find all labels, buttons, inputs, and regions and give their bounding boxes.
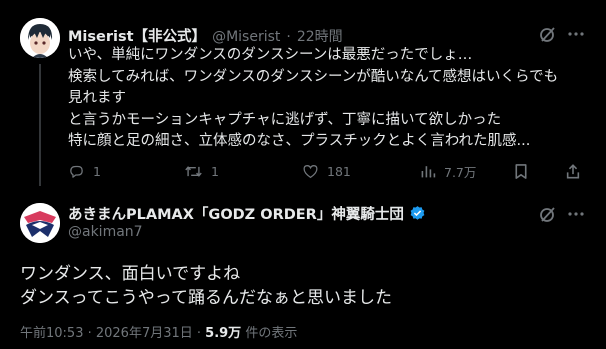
- grok-button[interactable]: [537, 23, 559, 45]
- share-button[interactable]: [562, 160, 584, 182]
- grok-icon: [540, 27, 555, 42]
- tweet-meta: 午前10:53 · 2026年7月31日 · 5.9万 件の表示: [20, 322, 297, 341]
- grok-button[interactable]: [537, 203, 559, 225]
- analytics-icon: [421, 166, 436, 178]
- tweet-time[interactable]: 22時間: [297, 26, 343, 46]
- main-tweet-body: ワンダンス、面白いですよね ダンスってこうやって踊るんだなぁと思いました: [20, 262, 392, 310]
- thread-connector-line: [39, 64, 41, 186]
- repost-icon: [185, 165, 202, 177]
- avatar[interactable]: [20, 18, 60, 58]
- tweet-text-line: 特に顔と足の細さ、立体感のなさ、プラスチックとよく言われた肌感...: [68, 133, 531, 149]
- verified-badge-icon: [410, 206, 425, 220]
- like-count: 181: [327, 163, 351, 179]
- more-options-button[interactable]: [565, 23, 587, 45]
- view-suffix: 件の表示: [241, 326, 298, 341]
- views-button[interactable]: 7.7万: [420, 160, 476, 182]
- reply-tweet-body: いや、単純にワンダンスのダンスシーンは最悪だったでしょ… 検索してみれば、ワンダ…: [68, 45, 558, 153]
- view-count: 5.9万: [205, 326, 242, 341]
- like-button[interactable]: 181: [302, 160, 351, 182]
- author-name[interactable]: Miserist【非公式】: [68, 25, 206, 46]
- tweet-timestamp[interactable]: 午前10:53 · 2026年7月31日 ·: [20, 326, 205, 341]
- reply-tweet-header: Miserist【非公式】 @Miserist · 22時間: [68, 25, 343, 46]
- author-handle[interactable]: @akiman7: [68, 224, 143, 240]
- share-icon: [566, 163, 580, 179]
- heart-icon: [303, 165, 318, 179]
- anime-character-avatar-icon: [20, 18, 60, 58]
- view-count: 7.7万: [444, 164, 477, 180]
- more-dots-icon: [568, 32, 584, 36]
- tweet-text-line: いや、単純にワンダンスのダンスシーンは最悪だったでしょ…: [68, 47, 473, 63]
- bookmark-button[interactable]: [510, 160, 532, 182]
- author-handle[interactable]: @Miserist: [212, 29, 280, 45]
- repost-button[interactable]: 1: [184, 160, 219, 182]
- avatar[interactable]: [20, 203, 60, 243]
- grok-icon: [540, 207, 555, 222]
- tweet-text-line: ダンスってこうやって踊るんだなぁと思いました: [20, 288, 392, 308]
- reply-icon: [70, 165, 83, 178]
- bookmark-icon: [515, 163, 527, 179]
- separator-dot: ·: [286, 29, 291, 45]
- tweet-text-line: 見れます: [68, 90, 126, 106]
- reply-count: 1: [93, 163, 101, 179]
- reply-button[interactable]: 1: [68, 160, 101, 182]
- repost-count: 1: [211, 163, 219, 179]
- tweet-text-line: ワンダンス、面白いですよね: [20, 264, 241, 284]
- author-name[interactable]: あきまんPLAMAX「GODZ ORDER」神翼騎士団: [68, 203, 404, 224]
- tweet-text-line: と言うかモーションキャプチャに逃げず、丁寧に描いて欲しかった: [68, 111, 502, 128]
- more-dots-icon: [568, 212, 584, 216]
- main-tweet-header: あきまんPLAMAX「GODZ ORDER」神翼騎士団: [68, 203, 426, 224]
- more-options-button[interactable]: [565, 203, 587, 225]
- tweet-text-line: 検索してみれば、ワンダンスのダンスシーンが酷いなんて感想はいくらでも: [68, 68, 559, 85]
- emblem-avatar-icon: [20, 203, 60, 243]
